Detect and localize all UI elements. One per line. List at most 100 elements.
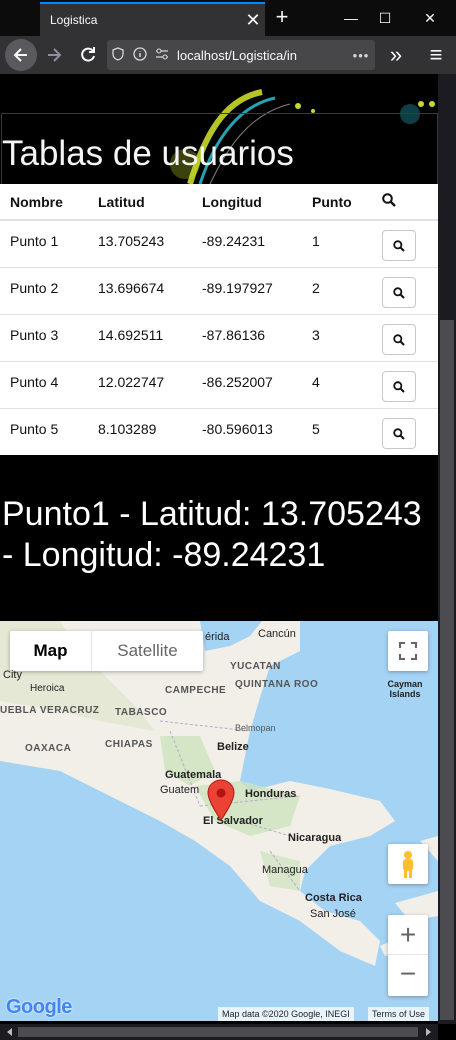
- menu-button[interactable]: ≡: [420, 39, 452, 71]
- permissions-icon[interactable]: [151, 48, 173, 63]
- search-icon: [393, 240, 405, 252]
- map-label-quintana-roo: QUINTANA ROO: [235, 679, 319, 690]
- horizontal-scroll-thumb[interactable]: [18, 1027, 418, 1037]
- cell-nombre: Punto 2: [0, 266, 88, 314]
- tab-title: Logistica: [50, 13, 98, 27]
- reload-button[interactable]: [72, 39, 104, 71]
- close-window-button[interactable]: ✕: [413, 4, 447, 32]
- view-point-button[interactable]: [382, 276, 416, 308]
- browser-tab[interactable]: Logistica ✕: [40, 2, 265, 36]
- street-view-button[interactable]: [388, 844, 428, 884]
- new-tab-button[interactable]: +: [270, 6, 294, 30]
- selected-point-info: Punto1 - Latitud: 13.705243 - Longitud: …: [0, 456, 438, 621]
- cell-longitud: -89.197927: [192, 266, 302, 314]
- search-icon: [393, 286, 405, 299]
- url-text[interactable]: localhost/Logistica/in: [173, 48, 347, 63]
- url-bar[interactable]: localhost/Logistica/in •••: [107, 40, 375, 70]
- cell-punto: 2: [302, 266, 372, 314]
- terms-of-use-link[interactable]: Terms of Use: [368, 1007, 430, 1021]
- table-row: Punto 2 13.696674 -89.197927 2: [0, 266, 438, 314]
- overflow-button[interactable]: »: [380, 39, 412, 71]
- zoom-out-button[interactable]: −: [388, 955, 428, 995]
- map-label-san-jose: San José: [310, 908, 356, 920]
- reload-icon: [81, 47, 95, 62]
- tab-close-icon[interactable]: ✕: [241, 10, 265, 31]
- map-label-cayman: Cayman Islands: [387, 679, 423, 699]
- search-icon: [393, 427, 405, 440]
- cell-latitud: 13.696674: [88, 266, 192, 314]
- table-row: Punto 1 13.705243 -89.24231 1: [0, 219, 438, 267]
- zoom-in-button[interactable]: +: [388, 915, 428, 955]
- hero-banner: Tablas de usuarios: [0, 74, 438, 184]
- search-icon: [393, 333, 405, 346]
- maximize-button[interactable]: ☐: [368, 4, 402, 32]
- col-header-nombre: Nombre: [0, 184, 88, 221]
- fullscreen-icon: [399, 642, 417, 660]
- cell-action: [372, 360, 438, 408]
- shield-icon[interactable]: [107, 46, 129, 64]
- cell-punto: 5: [302, 407, 372, 455]
- map-type-map-button[interactable]: Map: [10, 631, 92, 671]
- cell-nombre: Punto 4: [0, 360, 88, 408]
- cell-action: [372, 266, 438, 314]
- cell-longitud: -89.24231: [192, 219, 302, 267]
- fullscreen-button[interactable]: [388, 631, 428, 671]
- forward-arrow-icon: [48, 48, 62, 62]
- cell-latitud: 12.022747: [88, 360, 192, 408]
- page-actions-icon[interactable]: •••: [347, 48, 375, 63]
- back-button[interactable]: [5, 39, 37, 71]
- map-label-veracruz: UEBLA VERACRUZ: [0, 705, 100, 716]
- cell-longitud: -80.596013: [192, 407, 302, 455]
- table-row: Punto 5 8.103289 -80.596013 5: [0, 407, 438, 455]
- col-header-latitud: Latitud: [88, 184, 192, 221]
- search-icon: [393, 380, 405, 393]
- map-label-nicaragua: Nicaragua: [288, 832, 342, 844]
- minimize-button[interactable]: —: [334, 4, 368, 32]
- view-point-button[interactable]: [382, 323, 416, 355]
- map-label-merida: érida: [205, 631, 230, 643]
- pegman-icon: [403, 851, 413, 878]
- google-map[interactable]: Map Satellite érida Cancún YUCATAN CAMPE…: [0, 621, 438, 1021]
- horizontal-scrollbar[interactable]: [0, 1024, 438, 1040]
- vertical-scroll-thumb[interactable]: [440, 320, 454, 1020]
- map-label-cancun: Cancún: [258, 628, 296, 640]
- col-header-punto: Punto: [302, 184, 372, 221]
- view-point-button[interactable]: [382, 230, 416, 261]
- browser-window: Logistica ✕ + — ☐ ✕ localhost/Logistica/…: [0, 0, 456, 1040]
- map-label-managua: Managua: [262, 864, 308, 876]
- map-label-tabasco: TABASCO: [115, 707, 168, 718]
- map-label-heroica: Heroica: [30, 683, 65, 694]
- map-label-chiapas: CHIAPAS: [105, 739, 153, 750]
- back-arrow-icon: [13, 48, 27, 62]
- zoom-control: + −: [388, 915, 428, 996]
- cell-nombre: Punto 1: [0, 219, 88, 267]
- map-type-satellite-button[interactable]: Satellite: [92, 631, 203, 671]
- cell-action: [372, 313, 438, 361]
- col-header-longitud: Longitud: [192, 184, 302, 221]
- cell-longitud: -87.86136: [192, 313, 302, 361]
- tab-bar: Logistica ✕ + — ☐ ✕: [0, 0, 456, 36]
- view-point-button[interactable]: [382, 417, 416, 449]
- map-label-honduras: Honduras: [245, 788, 297, 800]
- scroll-left-icon[interactable]: [2, 1024, 18, 1040]
- view-point-button[interactable]: [382, 370, 416, 402]
- page-viewport: Tablas de usuarios Nombre Latitud Longit…: [0, 74, 456, 1040]
- map-type-control: Map Satellite: [10, 631, 203, 671]
- map-label-yucatan: YUCATAN: [230, 661, 281, 672]
- map-label-oaxaca: OAXACA: [25, 743, 72, 754]
- scroll-right-icon[interactable]: [420, 1024, 436, 1040]
- cell-punto: 3: [302, 313, 372, 361]
- cell-latitud: 8.103289: [88, 407, 192, 455]
- cell-punto: 4: [302, 360, 372, 408]
- table-header-row: Nombre Latitud Longitud Punto: [0, 184, 438, 221]
- cell-action: [372, 407, 438, 455]
- forward-button[interactable]: [38, 39, 70, 71]
- info-icon[interactable]: [129, 46, 151, 64]
- table-row: Punto 4 12.022747 -86.252007 4: [0, 360, 438, 408]
- google-logo[interactable]: Google: [6, 996, 72, 1019]
- map-attribution: Map data ©2020 Google, INEGI: [218, 1007, 354, 1021]
- cell-latitud: 13.705243: [88, 219, 192, 267]
- users-table: Nombre Latitud Longitud Punto Punto 1 13…: [0, 184, 438, 455]
- cell-latitud: 14.692511: [88, 313, 192, 361]
- location-marker-icon[interactable]: [207, 779, 235, 821]
